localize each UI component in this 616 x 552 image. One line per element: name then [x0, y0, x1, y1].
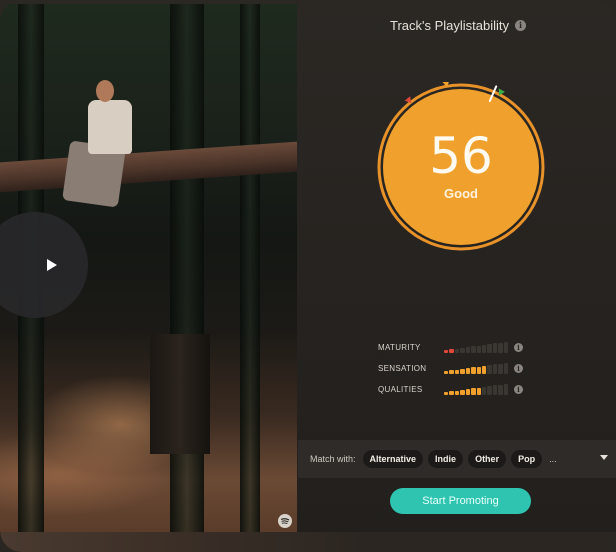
metric-sensation: SENSATION i [378, 361, 528, 375]
metric-bar-segment [444, 371, 449, 374]
photo-person-head [96, 80, 114, 102]
info-icon[interactable]: i [514, 384, 523, 394]
genre-match-bar: Match with: Alternative Indie Other Pop … [298, 440, 616, 478]
metric-bar-segment [503, 362, 509, 374]
metric-bar-segment [449, 349, 454, 353]
metric-bar-segment [481, 386, 487, 395]
metric-label: QUALITIES [378, 384, 423, 394]
metric-bar-segment [487, 386, 492, 395]
metric-bar-segment [471, 367, 476, 374]
metric-bar-segment [449, 391, 454, 395]
genre-chip-indie[interactable]: Indie [428, 450, 464, 468]
metric-bar-segment [492, 385, 498, 395]
info-icon[interactable]: i [514, 363, 523, 373]
artist-photo [0, 4, 297, 532]
info-icon[interactable]: i [514, 342, 523, 352]
metric-bar-segment [454, 369, 460, 374]
metric-bar-segment [492, 343, 498, 353]
chevron-down-icon[interactable] [600, 455, 608, 460]
metric-bar-segment [454, 348, 460, 353]
play-icon [47, 259, 57, 271]
metric-bar-segment [471, 346, 476, 353]
genre-chip-pop[interactable]: Pop [511, 450, 543, 468]
metric-bar-segment [471, 388, 476, 395]
photo-person-body [88, 100, 132, 154]
metric-bars [444, 383, 509, 395]
metric-bar-segment [476, 387, 481, 395]
score-label: Good [444, 186, 478, 201]
genre-chip-other[interactable]: Other [468, 450, 507, 468]
metric-bars [444, 362, 509, 374]
metric-label: SENSATION [378, 363, 427, 373]
metric-bar-segment [476, 345, 481, 353]
metric-bar-segment [487, 365, 492, 374]
bottom-strip [0, 532, 616, 552]
page-title: Track's Playlistability [389, 17, 510, 33]
metric-bar-segment [460, 368, 465, 374]
metric-bar-segment [498, 363, 503, 374]
metric-bar-segment [503, 341, 509, 353]
metric-maturity: MATURITY i [378, 340, 528, 354]
metric-bars [444, 341, 509, 353]
metric-bar-segment [444, 392, 449, 395]
metric-label: MATURITY [378, 342, 421, 352]
metric-bar-segment [487, 344, 492, 353]
metric-bar-segment [465, 347, 471, 353]
metric-qualities: QUALITIES i [378, 382, 528, 396]
metric-bar-segment [476, 366, 481, 374]
score-value: 56 [429, 127, 493, 185]
metric-bar-segment [492, 364, 498, 374]
start-promoting-button[interactable]: Start Promoting [390, 488, 531, 514]
spotify-icon[interactable] [278, 514, 292, 528]
metric-bar-segment [454, 390, 460, 395]
metric-bar-segment [460, 389, 465, 395]
play-button[interactable] [0, 212, 88, 318]
genre-chip-alternative[interactable]: Alternative [362, 450, 424, 468]
metric-bar-segment [460, 347, 465, 353]
metric-bar-segment [465, 368, 471, 374]
more-genres[interactable]: ... [549, 454, 557, 464]
metric-bar-segment [465, 389, 471, 395]
info-icon[interactable]: i [515, 19, 527, 31]
metric-bar-segment [498, 384, 503, 395]
match-label: Match with: [310, 454, 356, 464]
metric-bar-segment [444, 350, 449, 353]
metric-bar-segment [481, 365, 487, 374]
metric-bar-segment [481, 344, 487, 353]
metric-bar-segment [503, 383, 509, 395]
playlistability-card: Track's Playlistability i 56 Good MATURI… [0, 0, 616, 552]
metric-bar-segment [449, 370, 454, 374]
section-title: Track's Playlistability i [300, 16, 616, 34]
photo-trunk [150, 334, 210, 454]
photo-tree [240, 4, 260, 532]
metric-bar-segment [498, 342, 503, 353]
